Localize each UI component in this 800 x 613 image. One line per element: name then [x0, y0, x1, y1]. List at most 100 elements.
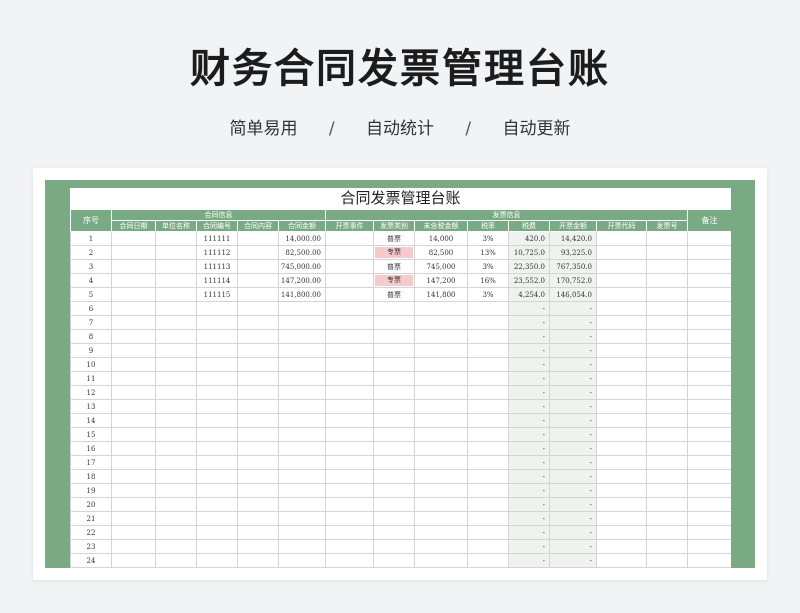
cell-contract-content[interactable]: [237, 231, 279, 246]
table-cell[interactable]: [467, 455, 510, 470]
cell-contract-content[interactable]: [237, 273, 279, 288]
table-cell[interactable]: [414, 329, 469, 344]
table-cell[interactable]: [237, 455, 279, 470]
table-cell[interactable]: [277, 469, 327, 484]
table-cell[interactable]: [196, 343, 238, 358]
cell-invoice-amount[interactable]: -: [549, 539, 598, 554]
cell-tax[interactable]: -: [508, 497, 551, 512]
table-cell[interactable]: [414, 315, 469, 330]
table-cell[interactable]: [646, 329, 689, 344]
cell-index[interactable]: 11: [70, 371, 112, 386]
table-cell[interactable]: [373, 315, 416, 330]
table-cell[interactable]: [373, 371, 416, 386]
cell-invoice-code[interactable]: [596, 231, 648, 246]
cell-tax[interactable]: -: [508, 441, 551, 456]
table-cell[interactable]: [237, 441, 279, 456]
cell-contract-content[interactable]: [237, 287, 279, 302]
table-cell[interactable]: [646, 399, 689, 414]
table-cell[interactable]: [467, 399, 510, 414]
table-cell[interactable]: [687, 469, 731, 484]
table-cell[interactable]: [687, 441, 731, 456]
cell-index[interactable]: 6: [70, 301, 112, 316]
table-cell[interactable]: [155, 343, 197, 358]
table-cell[interactable]: [646, 441, 689, 456]
table-cell[interactable]: [414, 497, 469, 512]
table-cell[interactable]: [325, 315, 375, 330]
table-cell[interactable]: [155, 413, 197, 428]
table-cell[interactable]: [687, 301, 731, 316]
cell-tax[interactable]: -: [508, 553, 551, 568]
cell-index[interactable]: 24: [70, 553, 112, 568]
table-cell[interactable]: [596, 553, 648, 568]
table-cell[interactable]: [414, 301, 469, 316]
table-cell[interactable]: [277, 525, 327, 540]
table-cell[interactable]: [111, 301, 156, 316]
table-cell[interactable]: [277, 385, 327, 400]
table-cell[interactable]: [596, 539, 648, 554]
cell-tax[interactable]: 22,350.0: [508, 259, 551, 274]
table-cell[interactable]: [414, 469, 469, 484]
cell-index[interactable]: 9: [70, 343, 112, 358]
cell-invoice-amount[interactable]: 93,225.0: [549, 245, 598, 260]
table-cell[interactable]: [277, 315, 327, 330]
table-cell[interactable]: [687, 399, 731, 414]
table-cell[interactable]: [237, 357, 279, 372]
table-cell[interactable]: [111, 329, 156, 344]
cell-index[interactable]: 2: [70, 245, 112, 260]
table-cell[interactable]: [237, 315, 279, 330]
table-cell[interactable]: [325, 371, 375, 386]
table-cell[interactable]: [325, 399, 375, 414]
table-cell[interactable]: [596, 413, 648, 428]
cell-index[interactable]: 23: [70, 539, 112, 554]
table-cell[interactable]: [237, 371, 279, 386]
table-cell[interactable]: [467, 371, 510, 386]
table-cell[interactable]: [596, 525, 648, 540]
table-cell[interactable]: [196, 385, 238, 400]
cell-invoice-amount[interactable]: 14,420.0: [549, 231, 598, 246]
table-cell[interactable]: [687, 511, 731, 526]
table-cell[interactable]: [373, 357, 416, 372]
table-cell[interactable]: [237, 497, 279, 512]
table-cell[interactable]: [373, 441, 416, 456]
table-cell[interactable]: [155, 357, 197, 372]
table-cell[interactable]: [325, 539, 375, 554]
table-cell[interactable]: [277, 497, 327, 512]
cell-remark[interactable]: [687, 245, 731, 260]
cell-contract-date[interactable]: [111, 231, 156, 246]
table-cell[interactable]: [646, 301, 689, 316]
table-cell[interactable]: [596, 357, 648, 372]
table-cell[interactable]: [277, 371, 327, 386]
table-cell[interactable]: [373, 553, 416, 568]
cell-invoice-amount[interactable]: -: [549, 301, 598, 316]
table-cell[interactable]: [111, 385, 156, 400]
cell-index[interactable]: 17: [70, 455, 112, 470]
table-cell[interactable]: [111, 357, 156, 372]
table-cell[interactable]: [277, 455, 327, 470]
table-cell[interactable]: [196, 441, 238, 456]
cell-invoice-amount[interactable]: -: [549, 525, 598, 540]
cell-tax[interactable]: 10,725.0: [508, 245, 551, 260]
table-cell[interactable]: [687, 427, 731, 442]
cell-invoice-amount[interactable]: -: [549, 511, 598, 526]
table-cell[interactable]: [196, 497, 238, 512]
cell-contract-amount[interactable]: 147,200.00: [277, 273, 327, 288]
table-cell[interactable]: [646, 371, 689, 386]
table-cell[interactable]: [237, 413, 279, 428]
cell-invoice-amount[interactable]: 170,752.0: [549, 273, 598, 288]
table-cell[interactable]: [687, 413, 731, 428]
cell-contract-no[interactable]: 111115: [196, 287, 238, 302]
table-cell[interactable]: [111, 371, 156, 386]
cell-index[interactable]: 1: [70, 231, 112, 246]
table-cell[interactable]: [277, 511, 327, 526]
table-cell[interactable]: [373, 525, 416, 540]
table-cell[interactable]: [414, 553, 469, 568]
table-cell[interactable]: [196, 413, 238, 428]
cell-invoice-type[interactable]: 专票: [373, 273, 416, 288]
table-cell[interactable]: [414, 385, 469, 400]
table-cell[interactable]: [414, 343, 469, 358]
table-cell[interactable]: [237, 343, 279, 358]
table-cell[interactable]: [646, 497, 689, 512]
cell-company[interactable]: [155, 231, 197, 246]
cell-invoice-amount[interactable]: -: [549, 427, 598, 442]
table-cell[interactable]: [155, 455, 197, 470]
